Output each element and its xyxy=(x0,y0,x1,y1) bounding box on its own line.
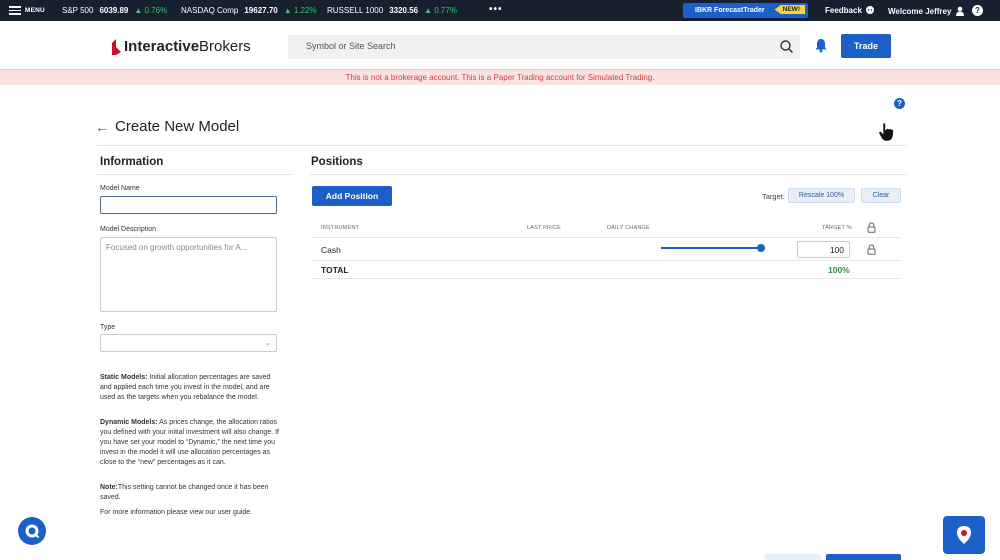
information-heading: Information xyxy=(100,156,164,168)
lock-icon[interactable] xyxy=(867,222,876,233)
divider xyxy=(97,145,907,146)
more-tickers-button[interactable]: ••• xyxy=(489,4,503,15)
trade-button[interactable]: Trade xyxy=(841,34,891,58)
paper-trading-banner: This is not a brokerage account. This is… xyxy=(0,69,1000,85)
logo-mark-icon xyxy=(112,39,121,55)
dynamic-models-info: Dynamic Models: As prices change, the al… xyxy=(100,418,282,468)
user-icon xyxy=(956,6,965,16)
feedback-label: Feedback xyxy=(825,5,862,15)
location-pin-icon xyxy=(957,526,971,544)
ticker-change: ▲ 1.22% xyxy=(283,6,317,15)
new-badge: NEW! xyxy=(774,5,805,14)
search-placeholder: Symbol or Site Search xyxy=(306,41,396,51)
ticker-value: 6039.89 xyxy=(99,6,129,15)
type-select[interactable]: ⌄ xyxy=(100,334,277,352)
add-position-button[interactable]: Add Position xyxy=(312,186,392,206)
forecast-trader-button[interactable]: IBKR ForecastTrader NEW! xyxy=(683,3,808,18)
feedback-button[interactable]: Feedback xyxy=(825,5,875,15)
back-arrow-icon[interactable]: ← xyxy=(95,119,109,135)
chat-icon xyxy=(25,524,40,539)
note-title: Note: xyxy=(100,484,118,491)
page-title-row: ← Create New Model xyxy=(95,118,239,135)
ticker-russell[interactable]: RUSSELL 1000 3320.56 ▲ 0.77% xyxy=(327,6,457,15)
support-chat-button[interactable] xyxy=(943,516,985,554)
instrument-cell: Cash xyxy=(321,245,341,255)
hand-cursor-icon xyxy=(878,122,894,142)
page-title: Create New Model xyxy=(115,118,240,135)
welcome-label: Welcome Jeffrey xyxy=(888,6,952,16)
model-name-label: Model Name xyxy=(100,185,140,192)
divider xyxy=(310,174,907,175)
static-models-info: Static Models: Initial allocation percen… xyxy=(100,373,282,403)
menu-button[interactable]: MENU xyxy=(9,6,45,15)
logo-text-bold: Interactive xyxy=(124,37,200,55)
hamburger-icon xyxy=(9,6,21,15)
ticker-value: 3320.56 xyxy=(389,6,419,15)
model-name-input[interactable] xyxy=(100,196,277,214)
page-help-icon[interactable]: ? xyxy=(894,98,905,109)
divider xyxy=(312,237,901,238)
user-menu[interactable]: Welcome Jeffrey xyxy=(888,6,965,16)
total-value: 100% xyxy=(828,265,850,275)
forecast-label: IBKR ForecastTrader xyxy=(695,7,765,14)
menu-label: MENU xyxy=(25,7,45,14)
ticker-change: ▲ 0.77% xyxy=(424,6,457,15)
clear-button[interactable]: Clear xyxy=(861,188,901,203)
feedback-icon xyxy=(865,6,874,14)
help-icon[interactable]: ? xyxy=(972,5,983,16)
logo-text: Brokers xyxy=(199,37,251,55)
total-label: TOTAL xyxy=(321,265,349,275)
divider xyxy=(312,278,901,279)
ticker-name: S&P 500 xyxy=(62,6,94,15)
site-header: Interactive Brokers Symbol or Site Search… xyxy=(0,21,1000,69)
search-input[interactable]: Symbol or Site Search xyxy=(288,35,800,59)
rescale-button[interactable]: Rescale 100% xyxy=(788,188,855,203)
target-slider-track[interactable] xyxy=(661,247,761,249)
ticker-sp500[interactable]: S&P 500 6039.89 ▲ 0.76% xyxy=(62,6,167,15)
ticker-name: NASDAQ Comp xyxy=(181,6,239,15)
search-icon[interactable] xyxy=(779,39,794,54)
ibkr-logo[interactable]: Interactive Brokers xyxy=(110,37,251,55)
lock-icon[interactable] xyxy=(867,244,876,255)
ticker-name: RUSSELL 1000 xyxy=(327,6,384,15)
target-slider-handle[interactable] xyxy=(757,244,765,252)
note-info: Note:This setting cannot be changed once… xyxy=(100,483,282,503)
chat-button[interactable] xyxy=(18,517,46,545)
column-header-daily-change: DAILY CHANGE xyxy=(607,225,650,231)
ticker-value: 19627.70 xyxy=(244,6,278,15)
ticker-nasdaq[interactable]: NASDAQ Comp 19627.70 ▲ 1.22% xyxy=(181,6,317,15)
positions-heading: Positions xyxy=(311,156,363,168)
dynamic-models-title: Dynamic Models: xyxy=(100,419,158,426)
model-description-label: Model Description xyxy=(100,226,157,233)
type-label: Type xyxy=(100,324,116,331)
user-guide-info[interactable]: For more information please view our use… xyxy=(100,508,282,518)
cancel-button[interactable] xyxy=(765,554,821,560)
chevron-down-icon: ⌄ xyxy=(264,338,271,347)
column-header-last-price: LAST PRICE xyxy=(527,225,561,231)
note-text: This setting cannot be changed once it h… xyxy=(100,484,269,501)
market-ticker-bar: MENU S&P 500 6039.89 ▲ 0.76% NASDAQ Comp… xyxy=(0,0,1000,21)
column-header-instrument: INSTRUMENT xyxy=(321,225,360,231)
dynamic-models-text: As prices change, the allocation ratios … xyxy=(100,419,279,466)
divider xyxy=(312,260,901,261)
bell-icon[interactable] xyxy=(814,38,828,53)
static-models-title: Static Models: xyxy=(100,374,148,381)
target-label: Target: xyxy=(762,192,785,201)
divider xyxy=(97,174,292,175)
save-button[interactable] xyxy=(826,554,901,560)
model-description-input[interactable]: Focused on growth opportunities for A... xyxy=(100,237,277,312)
ticker-change: ▲ 0.76% xyxy=(134,6,168,15)
target-percent-input[interactable] xyxy=(797,241,850,258)
column-header-target: TARGET % xyxy=(822,225,852,231)
